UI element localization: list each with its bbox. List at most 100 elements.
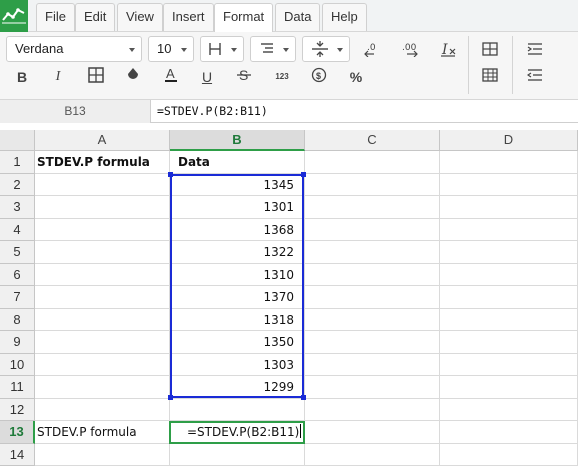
increase-decimal-button[interactable]: .00 bbox=[397, 37, 423, 61]
cell-d9[interactable] bbox=[440, 331, 578, 354]
cell-c11[interactable] bbox=[305, 376, 440, 399]
cell-c1[interactable] bbox=[305, 151, 440, 174]
cell-d11[interactable] bbox=[440, 376, 578, 399]
cell-a11[interactable] bbox=[35, 376, 170, 399]
increase-indent-button[interactable] bbox=[522, 37, 548, 61]
cell-c5[interactable] bbox=[305, 241, 440, 264]
cell-d10[interactable] bbox=[440, 353, 578, 376]
strikethrough-button[interactable]: S bbox=[231, 63, 257, 87]
bold-button[interactable]: B bbox=[9, 65, 35, 89]
column-header-a[interactable]: A bbox=[35, 130, 170, 151]
cell-d3[interactable] bbox=[440, 196, 578, 219]
cell-b10[interactable]: 1303 bbox=[170, 353, 305, 376]
range-handle[interactable] bbox=[168, 395, 173, 400]
font-size-dropdown[interactable]: 10 bbox=[148, 36, 194, 62]
cell-d7[interactable] bbox=[440, 286, 578, 309]
row-header-2[interactable]: 2 bbox=[0, 173, 35, 196]
cell-b9[interactable]: 1350 bbox=[170, 331, 305, 354]
cell-c14[interactable] bbox=[305, 443, 440, 466]
clear-formatting-button[interactable]: I bbox=[435, 37, 461, 61]
cell-a8[interactable] bbox=[35, 308, 170, 331]
row-header-13[interactable]: 13 bbox=[0, 421, 35, 444]
cell-c7[interactable] bbox=[305, 286, 440, 309]
cell-a14[interactable] bbox=[35, 443, 170, 466]
range-handle[interactable] bbox=[301, 172, 306, 177]
row-header-3[interactable]: 3 bbox=[0, 196, 35, 219]
cell-b13-editor[interactable]: =STDEV.P(B2:B11) bbox=[169, 421, 305, 444]
cell-a12[interactable] bbox=[35, 398, 170, 421]
row-header-8[interactable]: 8 bbox=[0, 308, 35, 331]
menu-format[interactable]: Format bbox=[214, 3, 274, 33]
cell-c2[interactable] bbox=[305, 173, 440, 196]
cell-d8[interactable] bbox=[440, 308, 578, 331]
cell-a2[interactable] bbox=[35, 173, 170, 196]
cell-d6[interactable] bbox=[440, 263, 578, 286]
cell-a9[interactable] bbox=[35, 331, 170, 354]
table-grid-button[interactable] bbox=[477, 63, 503, 87]
insert-table-button[interactable] bbox=[477, 37, 503, 61]
cell-b8[interactable]: 1318 bbox=[170, 308, 305, 331]
row-header-14[interactable]: 14 bbox=[0, 443, 35, 466]
row-header-7[interactable]: 7 bbox=[0, 286, 35, 309]
font-color-button[interactable]: A bbox=[158, 63, 184, 87]
cell-c3[interactable] bbox=[305, 196, 440, 219]
number-format-button[interactable]: 123 bbox=[269, 64, 295, 88]
cell-a10[interactable] bbox=[35, 353, 170, 376]
menu-data[interactable]: Data bbox=[275, 3, 321, 31]
row-header-10[interactable]: 10 bbox=[0, 353, 35, 376]
cell-c9[interactable] bbox=[305, 331, 440, 354]
cell-c8[interactable] bbox=[305, 308, 440, 331]
column-header-d[interactable]: D bbox=[440, 130, 578, 151]
cell-a5[interactable] bbox=[35, 241, 170, 264]
row-header-1[interactable]: 1 bbox=[0, 151, 35, 174]
cell-c12[interactable] bbox=[305, 398, 440, 421]
cell-c13[interactable] bbox=[305, 421, 440, 444]
borders-dropdown[interactable] bbox=[200, 36, 244, 62]
cell-a1[interactable]: STDEV.P formula bbox=[35, 151, 170, 174]
cell-a7[interactable] bbox=[35, 286, 170, 309]
menu-view[interactable]: View bbox=[117, 3, 163, 31]
cell-a13[interactable]: STDEV.P formula bbox=[35, 421, 170, 444]
italic-button[interactable]: I bbox=[45, 65, 71, 89]
cell-b14[interactable] bbox=[170, 443, 305, 466]
vertical-align-dropdown[interactable] bbox=[302, 36, 350, 62]
cell-b7[interactable]: 1370 bbox=[170, 286, 305, 309]
cell-b1[interactable]: Data bbox=[170, 151, 305, 174]
menu-insert[interactable]: Insert bbox=[163, 3, 214, 31]
row-header-4[interactable]: 4 bbox=[0, 218, 35, 241]
decrease-decimal-button[interactable]: .0 bbox=[360, 37, 386, 61]
menu-help[interactable]: Help bbox=[322, 3, 367, 31]
range-handle[interactable] bbox=[301, 395, 306, 400]
cell-b6[interactable]: 1310 bbox=[170, 263, 305, 286]
cell-d2[interactable] bbox=[440, 173, 578, 196]
row-header-9[interactable]: 9 bbox=[0, 331, 35, 354]
cell-d1[interactable] bbox=[440, 151, 578, 174]
cell-c6[interactable] bbox=[305, 263, 440, 286]
row-header-11[interactable]: 11 bbox=[0, 376, 35, 399]
cell-d13[interactable] bbox=[440, 421, 578, 444]
cell-a3[interactable] bbox=[35, 196, 170, 219]
cell-b3[interactable]: 1301 bbox=[170, 196, 305, 219]
cell-b5[interactable]: 1322 bbox=[170, 241, 305, 264]
cell-b2[interactable]: 1345 bbox=[170, 173, 305, 196]
percent-format-button[interactable]: % bbox=[343, 65, 369, 89]
fill-color-button[interactable] bbox=[120, 63, 146, 87]
name-box[interactable]: B13 bbox=[0, 100, 151, 123]
menu-file[interactable]: File bbox=[36, 3, 75, 31]
cell-a6[interactable] bbox=[35, 263, 170, 286]
cell-b4[interactable]: 1368 bbox=[170, 218, 305, 241]
underline-button[interactable]: U bbox=[194, 65, 220, 89]
select-all-corner[interactable] bbox=[0, 130, 35, 151]
column-header-b[interactable]: B bbox=[170, 130, 305, 151]
currency-format-button[interactable]: $ bbox=[306, 63, 332, 87]
horizontal-align-dropdown[interactable] bbox=[250, 36, 296, 62]
cell-borders-button[interactable] bbox=[83, 63, 109, 87]
cell-b11[interactable]: 1299 bbox=[170, 376, 305, 399]
cell-c4[interactable] bbox=[305, 218, 440, 241]
cell-d4[interactable] bbox=[440, 218, 578, 241]
row-header-6[interactable]: 6 bbox=[0, 263, 35, 286]
font-name-dropdown[interactable]: Verdana bbox=[6, 36, 142, 62]
formula-input[interactable]: =STDEV.P(B2:B11) bbox=[157, 100, 268, 123]
decrease-indent-button[interactable] bbox=[522, 63, 548, 87]
range-handle[interactable] bbox=[168, 172, 173, 177]
